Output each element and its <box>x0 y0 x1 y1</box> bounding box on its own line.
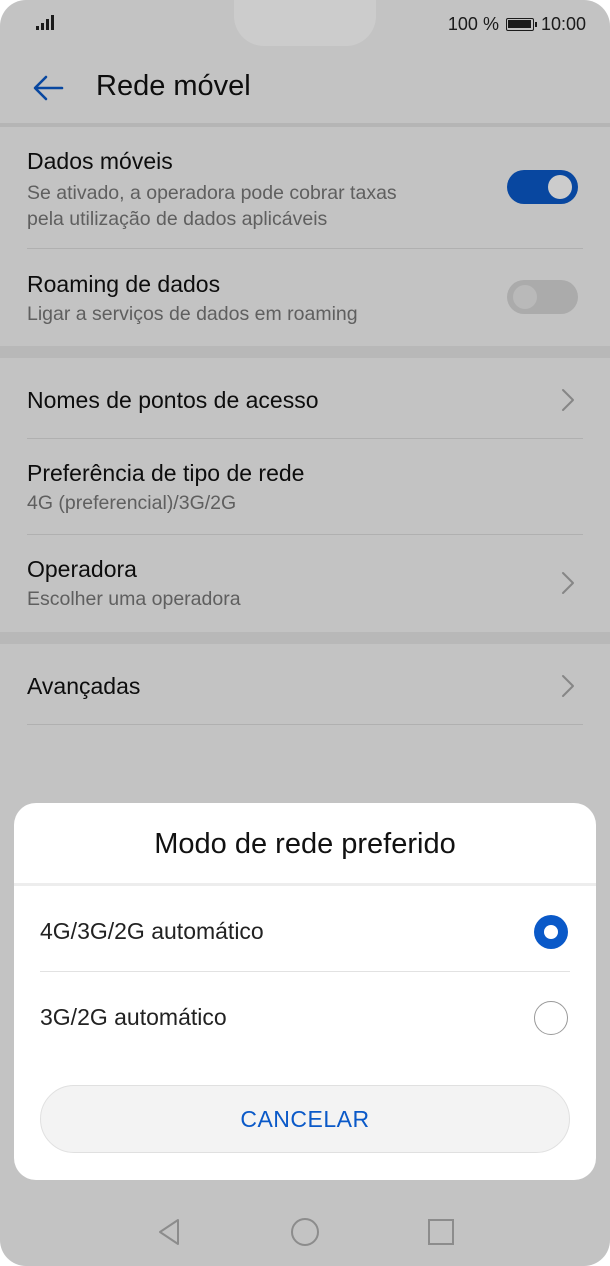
phone-screen: 100 % 10:00 Rede móvel Dados móveis Se a… <box>0 0 610 1266</box>
option-label: 3G/2G automático <box>40 1004 227 1030</box>
cancel-button[interactable]: CANCELAR <box>40 1085 570 1153</box>
radio-selected-icon[interactable] <box>534 915 568 949</box>
network-mode-dialog: Modo de rede preferido 4G/3G/2G automáti… <box>14 803 596 1180</box>
circle-home-icon[interactable] <box>288 1215 322 1249</box>
dialog-divider <box>14 883 596 886</box>
option-label: 4G/3G/2G automático <box>40 918 264 944</box>
square-recent-icon[interactable] <box>424 1215 458 1249</box>
dialog-title: Modo de rede preferido <box>154 828 456 860</box>
option-divider <box>40 971 570 972</box>
navigation-bar <box>0 1198 610 1266</box>
radio-unselected-icon[interactable] <box>534 1001 568 1035</box>
triangle-back-icon[interactable] <box>152 1215 186 1249</box>
option-4g-3g-2g[interactable]: 4G/3G/2G automático <box>40 906 570 956</box>
option-3g-2g[interactable]: 3G/2G automático <box>40 992 570 1042</box>
